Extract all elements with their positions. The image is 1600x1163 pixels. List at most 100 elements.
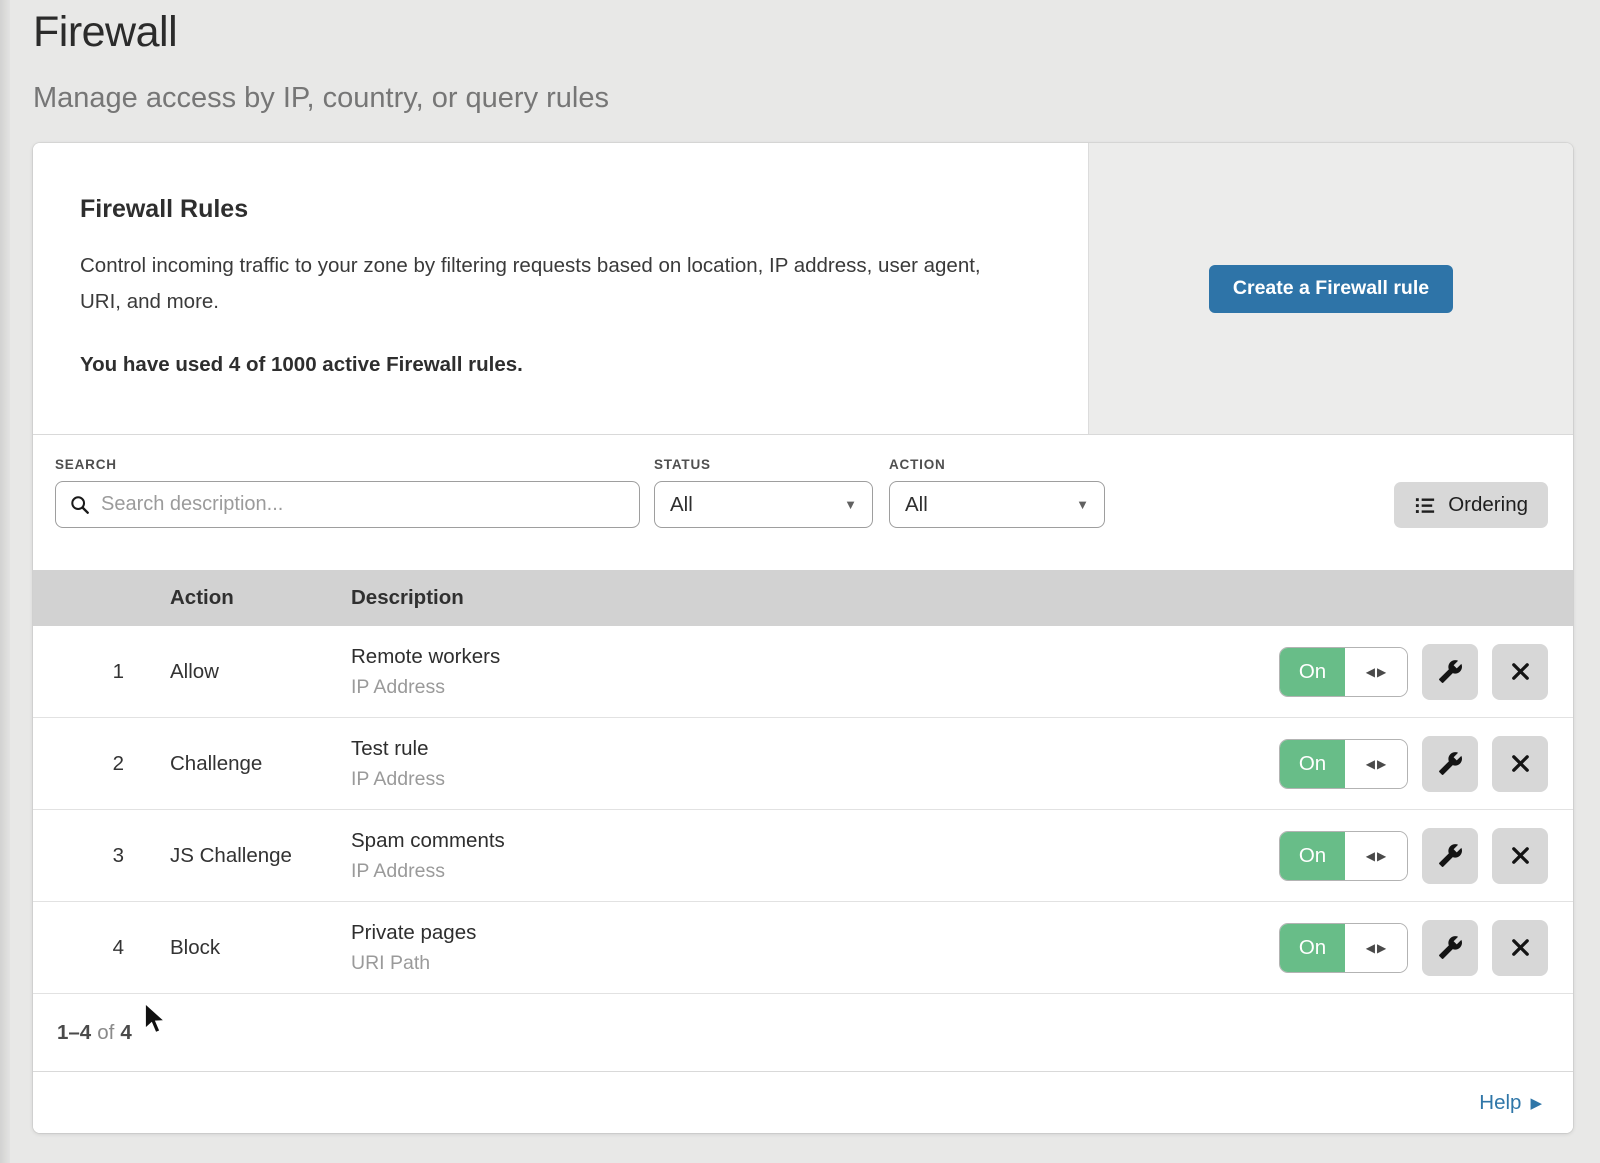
toggle-handle: ◀ ▶ (1345, 740, 1407, 788)
delete-rule-button[interactable] (1492, 828, 1548, 884)
rule-enabled-toggle[interactable]: On ◀ ▶ (1279, 739, 1408, 789)
toggle-on-segment: On (1280, 740, 1345, 788)
table-row: 1 Allow Remote workers IP Address On ◀ ▶ (33, 626, 1573, 718)
search-label: SEARCH (55, 457, 640, 472)
delete-rule-button[interactable] (1492, 736, 1548, 792)
edit-rule-button[interactable] (1422, 828, 1478, 884)
page-left-edge (0, 0, 10, 1163)
rule-description-cell: Test rule IP Address (351, 737, 1279, 791)
status-select[interactable]: All ▼ (654, 481, 873, 528)
hero-section: Firewall Rules Control incoming traffic … (33, 143, 1573, 435)
ordering-button-label: Ordering (1448, 493, 1528, 517)
rule-controls: On ◀ ▶ (1279, 828, 1573, 884)
chevron-down-icon: ▼ (844, 497, 857, 512)
status-select-value: All (670, 493, 693, 517)
rule-description: Private pages (351, 921, 1279, 945)
hero-action-panel: Create a Firewall rule (1089, 143, 1573, 434)
firewall-rules-card: Firewall Rules Control incoming traffic … (33, 143, 1573, 1133)
action-label: ACTION (889, 457, 1105, 472)
arrow-left-icon: ◀ (1366, 757, 1375, 771)
rule-controls: On ◀ ▶ (1279, 644, 1573, 700)
rule-action: Allow (170, 660, 351, 684)
toggle-on-segment: On (1280, 648, 1345, 696)
rule-number: 2 (33, 752, 170, 776)
ordering-button[interactable]: Ordering (1394, 482, 1548, 528)
table-row: 3 JS Challenge Spam comments IP Address … (33, 810, 1573, 902)
wrench-icon (1438, 751, 1463, 776)
pagination-of: of (97, 1021, 114, 1045)
arrow-right-icon: ▶ (1377, 849, 1386, 863)
arrow-left-icon: ◀ (1366, 665, 1375, 679)
search-box[interactable] (55, 481, 640, 528)
rule-enabled-toggle[interactable]: On ◀ ▶ (1279, 923, 1408, 973)
delete-rule-button[interactable] (1492, 920, 1548, 976)
rule-number: 3 (33, 844, 170, 868)
hero-description: Control incoming traffic to your zone by… (80, 248, 1019, 320)
toggle-handle: ◀ ▶ (1345, 924, 1407, 972)
close-icon (1509, 936, 1532, 959)
rule-description: Spam comments (351, 829, 1279, 853)
status-filter-group: STATUS All ▼ (654, 457, 873, 528)
rule-description: Test rule (351, 737, 1279, 761)
rule-action: Block (170, 936, 351, 960)
toggle-on-segment: On (1280, 832, 1345, 880)
edit-rule-button[interactable] (1422, 644, 1478, 700)
action-filter-group: ACTION All ▼ (889, 457, 1105, 528)
column-action: Action (170, 586, 351, 610)
rule-enabled-toggle[interactable]: On ◀ ▶ (1279, 831, 1408, 881)
toggle-on-segment: On (1280, 924, 1345, 972)
ordered-list-icon (1414, 494, 1437, 517)
toggle-handle: ◀ ▶ (1345, 832, 1407, 880)
edit-rule-button[interactable] (1422, 736, 1478, 792)
rule-controls: On ◀ ▶ (1279, 920, 1573, 976)
action-select[interactable]: All ▼ (889, 481, 1105, 528)
arrow-right-icon: ▶ (1530, 1094, 1542, 1112)
arrow-left-icon: ◀ (1366, 849, 1375, 863)
rule-number: 4 (33, 936, 170, 960)
rule-description: Remote workers (351, 645, 1279, 669)
filter-bar: SEARCH STATUS All ▼ ACTION All ▼ (33, 435, 1573, 570)
pagination-bar: 1–4 of 4 (33, 994, 1573, 1072)
create-firewall-rule-button[interactable]: Create a Firewall rule (1209, 265, 1453, 313)
rule-controls: On ◀ ▶ (1279, 736, 1573, 792)
table-header: Action Description (33, 570, 1573, 626)
rule-match-type: IP Address (351, 768, 1279, 791)
page-header: Firewall Manage access by IP, country, o… (0, 0, 1600, 115)
toggle-handle: ◀ ▶ (1345, 648, 1407, 696)
close-icon (1509, 844, 1532, 867)
chevron-down-icon: ▼ (1076, 497, 1089, 512)
help-link-label: Help (1479, 1091, 1521, 1115)
search-filter-group: SEARCH (55, 457, 640, 528)
rule-description-cell: Remote workers IP Address (351, 645, 1279, 699)
column-description: Description (351, 586, 1573, 610)
rules-usage-text: You have used 4 of 1000 active Firewall … (80, 353, 1019, 377)
action-select-value: All (905, 493, 928, 517)
rule-match-type: IP Address (351, 676, 1279, 699)
table-row: 2 Challenge Test rule IP Address On ◀ ▶ (33, 718, 1573, 810)
hero-text-panel: Firewall Rules Control incoming traffic … (33, 143, 1089, 434)
search-input[interactable] (101, 493, 626, 516)
edit-rule-button[interactable] (1422, 920, 1478, 976)
rule-description-cell: Private pages URI Path (351, 921, 1279, 975)
arrow-right-icon: ▶ (1377, 757, 1386, 771)
rule-number: 1 (33, 660, 170, 684)
hero-heading: Firewall Rules (80, 195, 1019, 224)
pagination-range: 1–4 (57, 1021, 91, 1045)
pagination-total: 4 (120, 1021, 131, 1045)
arrow-left-icon: ◀ (1366, 941, 1375, 955)
rule-description-cell: Spam comments IP Address (351, 829, 1279, 883)
rule-enabled-toggle[interactable]: On ◀ ▶ (1279, 647, 1408, 697)
arrow-right-icon: ▶ (1377, 941, 1386, 955)
wrench-icon (1438, 935, 1463, 960)
page-title: Firewall (33, 8, 1600, 57)
search-icon (69, 494, 91, 516)
help-link[interactable]: Help ▶ (1479, 1091, 1542, 1115)
delete-rule-button[interactable] (1492, 644, 1548, 700)
wrench-icon (1438, 659, 1463, 684)
rule-action: Challenge (170, 752, 351, 776)
card-footer: Help ▶ (33, 1072, 1573, 1133)
close-icon (1509, 660, 1532, 683)
close-icon (1509, 752, 1532, 775)
page-subtitle: Manage access by IP, country, or query r… (33, 82, 1600, 115)
rule-match-type: IP Address (351, 860, 1279, 883)
